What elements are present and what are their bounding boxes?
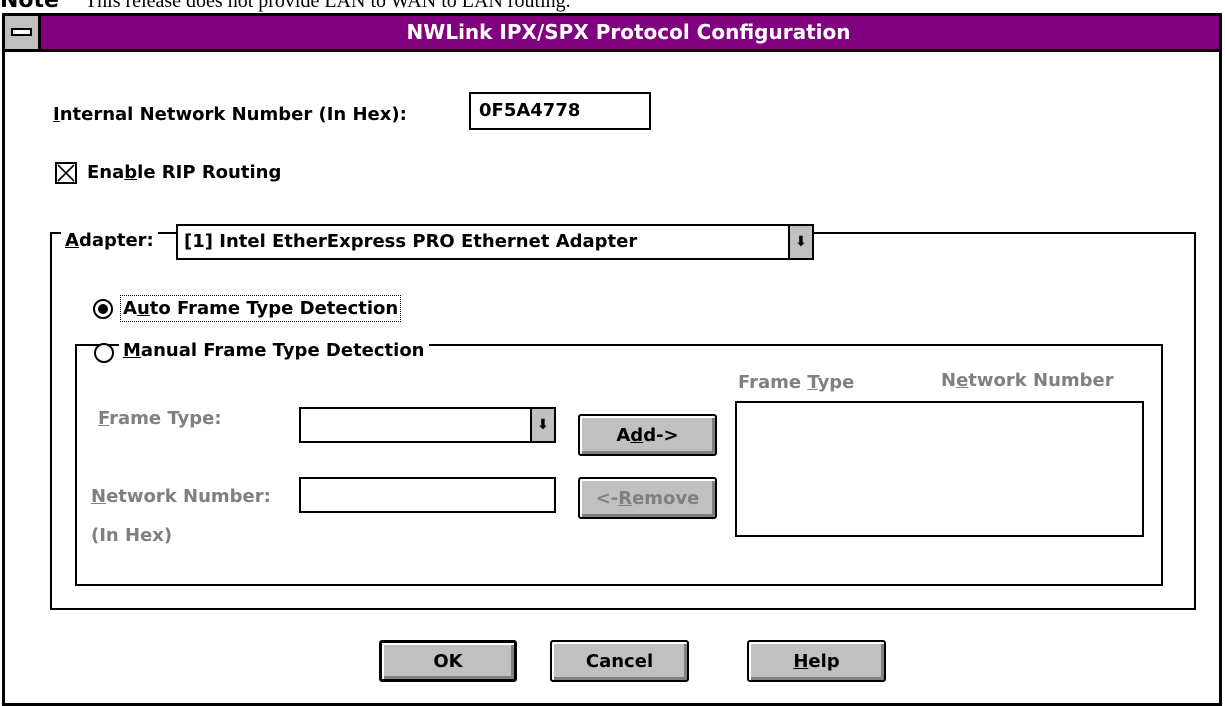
remove-label-post: emove bbox=[632, 487, 700, 509]
manual-frame-label-post: anual Frame Type Detection bbox=[140, 340, 425, 361]
title-bar: NWLink IPX/SPX Protocol Configuration bbox=[5, 16, 1219, 52]
rip-label-pre: Ena bbox=[87, 162, 125, 183]
rip-label-mnemonic: b bbox=[124, 162, 138, 183]
auto-frame-label-pre: A bbox=[123, 298, 137, 319]
frame-type-column-header: Frame Type bbox=[738, 372, 854, 393]
internal-network-value: 0F5A4778 bbox=[479, 100, 581, 121]
network-number-input[interactable] bbox=[299, 477, 556, 513]
ok-button[interactable]: OK bbox=[379, 640, 517, 682]
add-button[interactable]: Ad d-> bbox=[578, 414, 717, 456]
add-label-mnemonic: d bbox=[630, 424, 644, 446]
cancel-button[interactable]: Cancel bbox=[550, 640, 689, 682]
auto-frame-label[interactable]: Auto Frame Type Detection bbox=[119, 295, 402, 322]
network-number-sublabel: (In Hex) bbox=[91, 525, 173, 546]
system-menu-icon bbox=[11, 28, 32, 36]
adapter-label-mnemonic: A bbox=[65, 230, 79, 251]
frame-type-header-mnemonic: T bbox=[807, 372, 818, 393]
network-number-header-post: twork Number bbox=[968, 370, 1114, 391]
network-number-label-rest: etwork Number: bbox=[106, 486, 271, 507]
remove-label-mnemonic: R bbox=[618, 487, 633, 509]
frame-type-combo-arrow[interactable]: ⬇ bbox=[530, 409, 554, 441]
manual-frame-radio[interactable] bbox=[94, 343, 114, 363]
add-label-post: d-> bbox=[643, 424, 679, 446]
adapter-combo-arrow[interactable]: ⬇ bbox=[788, 226, 812, 258]
network-number-header-pre: N bbox=[941, 370, 957, 391]
radio-selected-icon bbox=[98, 304, 108, 314]
ok-label: OK bbox=[433, 650, 463, 672]
help-button[interactable]: Help bbox=[747, 640, 886, 682]
network-number-header-mnemonic: e bbox=[956, 370, 969, 391]
page-note: Note This release does not provide LAN to… bbox=[0, 0, 571, 12]
rip-checkbox[interactable] bbox=[55, 162, 77, 184]
adapter-label-rest: dapter: bbox=[78, 230, 154, 251]
rip-label[interactable]: Enable RIP Routing bbox=[87, 162, 281, 183]
frame-type-selected bbox=[301, 409, 530, 441]
frame-type-label-mnemonic: F bbox=[98, 408, 110, 429]
system-menu-button[interactable] bbox=[5, 16, 41, 49]
note-label: Note bbox=[0, 0, 59, 12]
remove-label-pre: <- bbox=[595, 487, 619, 509]
frame-type-listbox[interactable] bbox=[735, 401, 1144, 537]
network-number-label: Network Number: bbox=[91, 486, 271, 507]
note-text: This release does not provide LAN to WAN… bbox=[84, 0, 571, 12]
adapter-combo[interactable]: [1] Intel EtherExpress PRO Ethernet Adap… bbox=[176, 224, 814, 260]
auto-frame-label-mnemonic: u bbox=[136, 298, 150, 319]
auto-frame-label-post: to Frame Type Detection bbox=[149, 298, 399, 319]
auto-frame-radio[interactable] bbox=[93, 299, 113, 319]
add-label-pre: A bbox=[616, 424, 631, 446]
rip-label-post: le RIP Routing bbox=[137, 162, 282, 183]
frame-type-label: Frame Type: bbox=[98, 408, 222, 429]
dialog-window: NWLink IPX/SPX Protocol Configuration In… bbox=[2, 13, 1222, 706]
checkbox-icon bbox=[57, 164, 75, 182]
help-label-mnemonic: H bbox=[793, 650, 809, 672]
help-label-rest: elp bbox=[808, 650, 840, 672]
frame-type-combo[interactable]: ⬇ bbox=[299, 407, 556, 443]
internal-network-label-rest: nternal Network Number (In Hex): bbox=[59, 104, 407, 125]
combo-arrow-icon: ⬇ bbox=[795, 234, 807, 250]
frame-type-header-post: ype bbox=[817, 372, 855, 393]
remove-button[interactable]: <- Remove bbox=[578, 477, 717, 519]
manual-frame-label-mnemonic: M bbox=[123, 340, 141, 361]
internal-network-label: Internal Network Number (In Hex): bbox=[53, 104, 407, 125]
network-number-column-header: Network Number bbox=[941, 370, 1114, 391]
frame-type-header-pre: Frame bbox=[738, 372, 808, 393]
frame-type-label-rest: rame Type: bbox=[109, 408, 222, 429]
internal-network-input[interactable]: 0F5A4778 bbox=[469, 92, 651, 130]
network-number-label-mnemonic: N bbox=[91, 486, 107, 507]
adapter-selected: [1] Intel EtherExpress PRO Ethernet Adap… bbox=[184, 231, 638, 252]
adapter-label: Adapter: bbox=[61, 230, 158, 251]
cancel-label: Cancel bbox=[585, 650, 654, 672]
internal-network-label-mnemonic: I bbox=[53, 104, 60, 125]
combo-arrow-icon: ⬇ bbox=[537, 417, 549, 433]
window-title: NWLink IPX/SPX Protocol Configuration bbox=[406, 20, 851, 44]
manual-frame-label[interactable]: Manual Frame Type Detection bbox=[119, 340, 429, 361]
